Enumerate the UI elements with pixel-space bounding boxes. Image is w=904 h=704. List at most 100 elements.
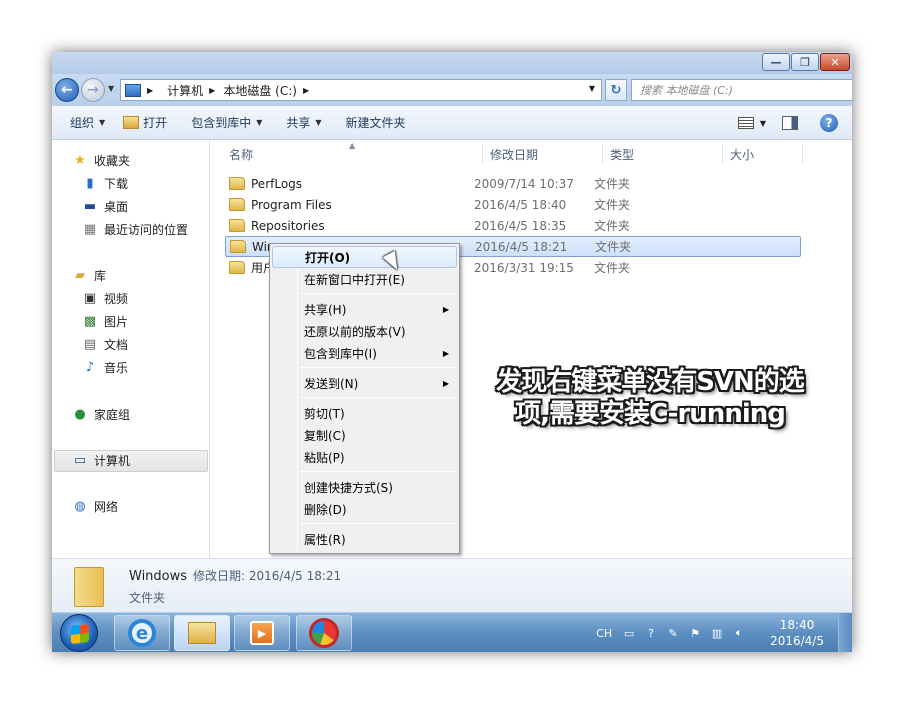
chevron-down-icon[interactable]: ▼ [760,119,766,128]
help-icon[interactable]: ? [644,626,658,640]
preview-pane-icon[interactable] [782,116,798,130]
flag-icon[interactable]: ⚑ [688,626,702,640]
internet-explorer-icon: e [128,619,156,647]
menu-separator [300,397,455,398]
close-button[interactable]: ✕ [820,53,850,71]
organize-button[interactable]: 组织 ▼ [70,114,105,131]
clock[interactable]: 18:40 2016/4/5 [770,617,824,649]
new-folder-button[interactable]: 新建文件夹 [346,114,406,131]
nav-desktop[interactable]: ▬ 桌面 [82,198,128,215]
language-indicator[interactable]: CH [596,627,612,640]
taskbar-explorer-button[interactable] [174,615,230,651]
nav-homegroup[interactable]: ● 家庭组 [72,406,130,423]
menu-item-cut[interactable]: 剪切(T) [272,402,457,424]
maximize-button[interactable]: ❐ [791,53,819,71]
menu-item-include-library[interactable]: 包含到库中(I) ▶ [272,342,457,364]
taskbar: e ▶ CH ▭ ? ✎ ⚑ ▥ 🔈︎ 18:40 2016/4/5 [52,612,852,652]
menu-item-open[interactable]: 打开(O) [272,246,457,268]
picture-icon: ▩ [83,314,97,329]
column-divider [602,144,603,164]
arrow-right-icon: → [87,82,99,98]
file-row[interactable]: PerfLogs 2009/7/14 10:37 文件夹 [225,173,801,194]
chevron-down-icon: ▼ [315,118,322,127]
video-icon: ▣ [83,291,97,306]
taskbar-ie-button[interactable]: e [114,615,170,651]
back-button[interactable]: ← [55,78,79,102]
navigation-pane: ★ 收藏夹 ▮ 下载 ▬ 桌面 ▦ 最近访问的位置 ▰ 库 ▣ 视频 ▩ 图片 ▤ 文档 ♪ 音乐… [52,140,210,558]
keyboard-icon[interactable]: ▭ [622,626,636,640]
breadcrumb-computer[interactable]: 计算机 ▶ [167,82,215,99]
nav-pictures[interactable]: ▩ 图片 [82,313,128,330]
nav-network[interactable]: ◍ 网络 [72,498,118,515]
details-pane: Windows 修改日期: 2016/4/5 18:21 文件夹 [52,558,852,612]
nav-computer[interactable]: ▭ 计算机 [72,452,130,469]
nav-favorites[interactable]: ★ 收藏夹 [72,152,130,169]
title-bar: — ❐ ✕ [52,52,852,74]
menu-item-copy[interactable]: 复制(C) [272,424,457,446]
menu-separator [300,471,455,472]
address-bar[interactable]: ▶ 计算机 ▶ 本地磁盘 (C:) ▶ ▼ [120,79,602,101]
nav-videos[interactable]: ▣ 视频 [82,290,128,307]
open-button[interactable]: 打开 [123,114,167,131]
menu-item-paste[interactable]: 粘贴(P) [272,446,457,468]
show-desktop-button[interactable] [838,613,852,652]
chevron-down-icon: ▼ [99,118,106,127]
nav-music[interactable]: ♪ 音乐 [82,359,128,376]
submenu-arrow-icon: ▶ [442,378,449,388]
recent-pages-dropdown[interactable]: ▼ [108,84,114,93]
start-button[interactable] [60,614,98,652]
volume-icon[interactable]: 🔈︎ [732,626,746,640]
computer-icon: ▭ [73,453,87,468]
star-icon: ★ [74,153,86,168]
taskbar-app-button[interactable] [296,615,352,651]
menu-item-create-shortcut[interactable]: 创建快捷方式(S) [272,476,457,498]
annotation-caption: 发现右键菜单没有SVN的选 项,需要安装C-running [462,366,838,430]
library-icon: ▰ [75,268,85,283]
folder-icon [229,261,245,274]
help-icon[interactable]: ? [820,114,838,132]
forward-button[interactable]: → [81,78,105,102]
nav-recent-places[interactable]: ▦ 最近访问的位置 [82,221,188,238]
menu-item-properties[interactable]: 属性(R) [272,528,457,550]
menu-item-send-to[interactable]: 发送到(N) ▶ [272,372,457,394]
annotation-line-2: 项,需要安装C-running [515,399,786,429]
file-row[interactable]: Repositories 2016/4/5 18:35 文件夹 [225,215,801,236]
breadcrumb-root-arrow[interactable]: ▶ [147,86,159,95]
file-row[interactable]: Program Files 2016/4/5 18:40 文件夹 [225,194,801,215]
view-controls: ▼ ? [737,106,852,140]
nav-downloads[interactable]: ▮ 下载 [82,175,128,192]
folder-icon [74,567,104,607]
menu-item-restore-previous[interactable]: 还原以前的版本(V) [272,320,457,342]
menu-item-delete[interactable]: 删除(D) [272,498,457,520]
refresh-button[interactable]: ↻ [605,79,627,101]
column-header-size[interactable]: 大小 [730,144,754,164]
pen-icon[interactable]: ✎ [666,626,680,640]
command-bar: 组织 ▼ 打开 包含到库中 ▼ 共享 ▼ 新建文件夹 ▼ ? [52,106,852,140]
nav-libraries[interactable]: ▰ 库 [72,267,106,284]
column-header-type[interactable]: 类型 [610,144,634,164]
media-player-icon: ▶ [250,621,274,645]
column-header-name[interactable]: 名称 [229,144,253,164]
arrow-left-icon: ← [61,82,73,98]
menu-separator [300,293,455,294]
share-button[interactable]: 共享 ▼ [286,114,321,131]
menu-item-share[interactable]: 共享(H) ▶ [272,298,457,320]
search-input[interactable]: 搜索 本地磁盘 (C:) ⚲ [631,79,852,101]
breadcrumb-local-disk[interactable]: 本地磁盘 (C:) ▶ [223,82,309,99]
folder-icon [229,198,245,211]
refresh-icon: ↻ [610,82,622,98]
folder-icon [230,240,246,253]
submenu-arrow-icon: ▶ [442,304,449,314]
include-in-library-button[interactable]: 包含到库中 ▼ [191,114,262,131]
taskbar-media-player-button[interactable]: ▶ [234,615,290,651]
nav-documents[interactable]: ▤ 文档 [82,336,128,353]
minimize-button[interactable]: — [762,53,790,71]
network-tray-icon[interactable]: ▥ [710,626,724,640]
address-dropdown-icon[interactable]: ▼ [589,84,595,93]
menu-item-open-new-window[interactable]: 在新窗口中打开(E) [272,268,457,290]
homegroup-icon: ● [74,407,86,422]
view-options-icon[interactable] [737,117,754,129]
submenu-arrow-icon: ▶ [442,348,449,358]
column-header-date[interactable]: 修改日期 [490,144,538,164]
clock-time: 18:40 [779,618,815,632]
